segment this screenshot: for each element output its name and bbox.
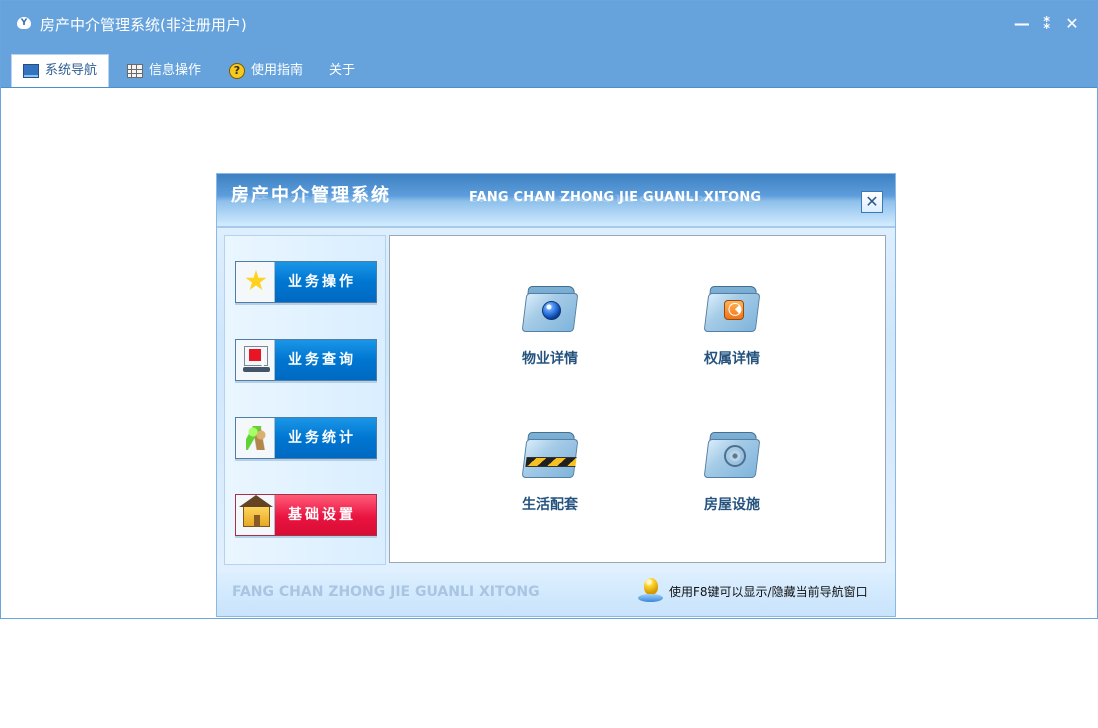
property-details-label: 物业详情 [522, 351, 578, 367]
navigation-panel-english-title-reflection: FANG CHAN ZHONG JIE GUANLI XITONG [469, 193, 755, 203]
business-query-button[interactable]: ! 业务查询 [235, 339, 377, 381]
restore-button[interactable]: ⁑ [1038, 14, 1056, 34]
tab-user-guide-label: 使用指南 [251, 63, 304, 78]
navigation-panel-title-reflection: 房产中介管理系统 [231, 188, 391, 201]
basic-settings-label: 基础设置 [288, 507, 356, 523]
tab-information-operation-label: 信息操作 [149, 63, 202, 78]
property-details-module[interactable]: 物业详情 [494, 280, 606, 376]
grid-icon [127, 64, 143, 78]
globe-icon [542, 301, 561, 320]
business-query-label: 业务查询 [288, 352, 356, 368]
window-title: 房产中介管理系统(非注册用户) [40, 16, 247, 34]
app-logo-icon: Y [17, 17, 31, 29]
navigation-panel: 房产中介管理系统 房产中介管理系统 FANG CHAN ZHONG JIE GU… [216, 173, 896, 617]
help-icon: ? [229, 63, 245, 79]
business-statistics-label: 业务统计 [288, 430, 356, 446]
ownership-details-module[interactable]: 权属详情 [676, 280, 788, 376]
ownership-details-label: 权属详情 [704, 351, 760, 367]
life-services-label: 生活配套 [522, 497, 578, 513]
minimize-button[interactable]: — [1013, 14, 1031, 34]
business-side-menu: 业务操作 ! 业务查询 业务统计 基础设置 [224, 235, 386, 565]
window-title-bar: Y 房产中介管理系统(非注册用户) — ⁑ ✕ [1, 1, 1097, 49]
warning-stripe-icon [525, 457, 577, 467]
monitor-icon [22, 64, 39, 78]
house-facilities-label: 房屋设施 [704, 497, 760, 513]
alert-icon: ! [260, 355, 266, 369]
users-icon [246, 426, 266, 450]
users-icon-container [236, 418, 275, 458]
folder-film-icon [703, 426, 761, 478]
tab-information-operation[interactable]: 信息操作 [127, 55, 211, 87]
module-content-area: 物业详情 权属详情 生活配套 [389, 235, 886, 563]
business-operations-button[interactable]: 业务操作 [235, 261, 377, 303]
monitor-alert-icon-container: ! [236, 340, 275, 380]
main-menu-bar: 系统导航 信息操作 ? 使用指南 关于 [1, 49, 1097, 88]
f8-navigation-tip: 使用F8键可以显示/隐藏当前导航窗口 [669, 585, 868, 599]
navigation-panel-close-button[interactable]: ✕ [861, 191, 883, 213]
lightbulb-base-icon [638, 594, 663, 602]
film-reel-icon [724, 445, 746, 467]
close-window-button[interactable]: ✕ [1063, 14, 1081, 34]
basic-settings-button[interactable]: 基础设置 [235, 494, 377, 536]
header-divider [217, 226, 895, 228]
folder-stripe-icon [521, 426, 579, 478]
navigation-panel-footer: FANG CHAN ZHONG JIE GUANLI XITONG 使用F8键可… [217, 573, 895, 616]
rss-icon [724, 300, 744, 320]
folder-globe-icon [521, 280, 579, 332]
star-icon [245, 270, 267, 291]
tab-system-navigation-label: 系统导航 [44, 63, 97, 78]
tab-user-guide[interactable]: ? 使用指南 [229, 55, 315, 87]
house-icon-container [236, 495, 275, 535]
monitor-alert-icon: ! [243, 346, 270, 372]
business-operations-label: 业务操作 [288, 274, 356, 290]
tab-about-label: 关于 [329, 63, 356, 78]
house-facilities-module[interactable]: 房屋设施 [676, 426, 788, 522]
life-services-module[interactable]: 生活配套 [494, 426, 606, 522]
navigation-panel-header: 房产中介管理系统 房产中介管理系统 FANG CHAN ZHONG JIE GU… [217, 174, 895, 226]
app-window: Y 房产中介管理系统(非注册用户) — ⁑ ✕ 系统导航 信息操作 ? 使用指南 … [0, 0, 1098, 619]
folder-rss-icon [703, 280, 761, 332]
star-icon-container [236, 262, 275, 302]
tab-about[interactable]: 关于 [329, 55, 363, 87]
window-controls: — ⁑ ✕ [1011, 14, 1081, 34]
house-icon [239, 495, 273, 527]
lightbulb-glass-icon [644, 578, 658, 595]
tab-system-navigation[interactable]: 系统导航 [11, 54, 109, 87]
business-statistics-button[interactable]: 业务统计 [235, 417, 377, 459]
lightbulb-icon [638, 578, 663, 603]
footer-english-title: FANG CHAN ZHONG JIE GUANLI XITONG [232, 584, 540, 600]
